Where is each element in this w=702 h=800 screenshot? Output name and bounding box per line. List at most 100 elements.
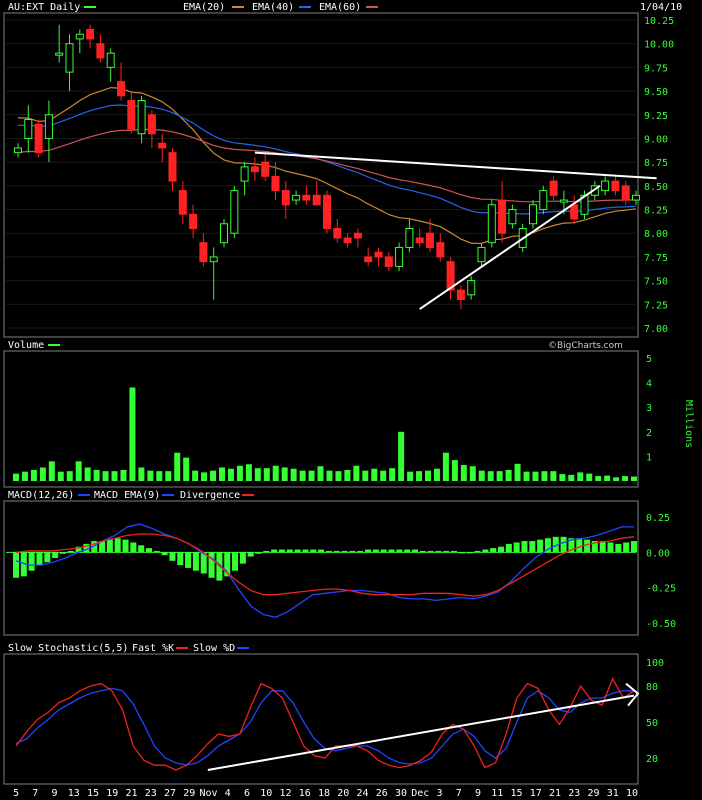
volume-tick-label: 1 — [646, 452, 652, 463]
candle-down — [178, 190, 187, 215]
candle-down — [353, 232, 362, 239]
candle-down — [117, 81, 125, 97]
macd-histogram-bar — [263, 550, 270, 553]
candle-up — [106, 52, 115, 68]
volume-bar — [281, 467, 288, 481]
price-tick-label: 10.00 — [644, 40, 674, 51]
candle-down — [312, 194, 321, 206]
macd-histogram-bar — [161, 552, 168, 556]
date-axis-label: 18 — [318, 788, 330, 799]
stochastic-d-legend-label: Slow %D — [193, 643, 235, 654]
date-axis-label: 10 — [626, 788, 638, 799]
volume-bar — [75, 461, 82, 481]
macd-histogram-bar — [341, 550, 348, 553]
date-axis-label: 29 — [183, 788, 195, 799]
macd-histogram-bar — [623, 542, 630, 553]
candle-down — [436, 242, 445, 258]
macd-histogram-bar — [192, 552, 199, 571]
macd-tick-label: 0.25 — [646, 513, 670, 524]
candle-up — [24, 119, 33, 139]
macd-histogram-bar — [443, 550, 450, 553]
price-tick-label: 8.25 — [644, 206, 668, 217]
volume-bar — [174, 452, 181, 481]
volume-bar — [183, 457, 190, 481]
volume-bar — [245, 464, 252, 481]
volume-bar — [13, 473, 19, 481]
volume-bar — [631, 476, 637, 481]
candle-down — [86, 28, 95, 40]
macd-histogram-bar — [232, 552, 239, 571]
candle-down — [281, 190, 290, 206]
volume-bar — [433, 468, 440, 481]
volume-bar — [577, 472, 584, 481]
date-axis-label: 6 — [244, 788, 250, 799]
date-axis: 5 7 9 13 15 19 21 23 27 29 Nov 4 6 10 12 16 18 20 24 26 30 De… — [13, 788, 638, 799]
date-axis-label: 30 — [395, 788, 407, 799]
date-axis-label: 13 — [68, 788, 80, 799]
macd-histogram-bar — [458, 552, 465, 554]
macd-histogram-bar — [599, 541, 606, 553]
macd-histogram-bar — [153, 550, 160, 553]
date-axis-label: 31 — [607, 788, 619, 799]
macd-histogram-bar — [52, 552, 59, 558]
macd-histogram-bar — [247, 552, 254, 557]
price-tick-label: 8.50 — [644, 182, 668, 193]
date-axis-label: 10 — [260, 788, 272, 799]
candle-up — [487, 204, 496, 244]
candle-down — [498, 199, 507, 234]
volume-bar — [84, 467, 91, 481]
macd-histogram-bar — [333, 550, 340, 553]
macd-tick-label: -0.50 — [646, 619, 676, 630]
macd-histogram-bar — [106, 539, 113, 553]
macd-histogram-bar — [560, 536, 567, 553]
stochastic-title: Slow Stochastic(5,5) — [8, 643, 128, 654]
volume-bar — [442, 452, 449, 481]
volume-bar — [93, 469, 100, 481]
macd-histogram-bar — [13, 552, 19, 578]
price-tick-label: 7.50 — [644, 277, 668, 288]
date-axis-label: 11 — [491, 788, 503, 799]
date-axis-label: 9 — [51, 788, 57, 799]
volume-bar — [272, 465, 279, 481]
volume-bar — [389, 468, 396, 481]
macd-histogram-bar — [36, 552, 43, 566]
candle-down — [189, 213, 198, 229]
price-tick-label: 7.75 — [644, 253, 668, 264]
macd-histogram-bar — [357, 550, 364, 553]
macd-histogram-bar — [607, 542, 614, 553]
macd-histogram-bar — [138, 545, 145, 553]
macd-histogram-bar — [28, 552, 35, 571]
volume-bar — [335, 471, 342, 481]
volume-bar — [586, 473, 593, 481]
macd-histogram-bar — [145, 548, 152, 553]
candle-down — [302, 194, 311, 201]
volume-tick-label: 5 — [646, 354, 652, 365]
price-tick-label: 10.25 — [644, 16, 674, 27]
macd-histogram-bar — [122, 539, 129, 553]
macd-histogram-bar — [278, 549, 285, 553]
macd-histogram-bar — [529, 541, 536, 553]
price-tick-label: 8.75 — [644, 158, 668, 169]
volume-bar — [308, 470, 315, 481]
volume-bar — [326, 470, 333, 481]
volume-bar — [550, 471, 557, 481]
volume-bar — [219, 467, 225, 481]
date-axis-label: 12 — [279, 788, 291, 799]
candle-down — [426, 232, 434, 248]
macd-histogram-bar — [521, 541, 528, 553]
macd-histogram-bar — [505, 543, 512, 553]
macd-histogram-bar — [615, 543, 622, 553]
candle-down — [343, 237, 352, 244]
volume-bar — [66, 471, 73, 481]
volume-tick-label: 4 — [646, 379, 652, 390]
macd-histogram-bar — [576, 538, 583, 553]
macd-histogram-bar — [388, 549, 395, 553]
candle-up — [632, 194, 640, 201]
date-axis-label: 15 — [510, 788, 522, 799]
macd-divergence-legend-label: Divergence — [180, 490, 240, 501]
candle-up — [137, 100, 146, 135]
date-axis-label: 27 — [164, 788, 176, 799]
candle-up — [405, 227, 414, 248]
candle-up — [75, 33, 84, 40]
date-axis-label: 3 — [436, 788, 442, 799]
